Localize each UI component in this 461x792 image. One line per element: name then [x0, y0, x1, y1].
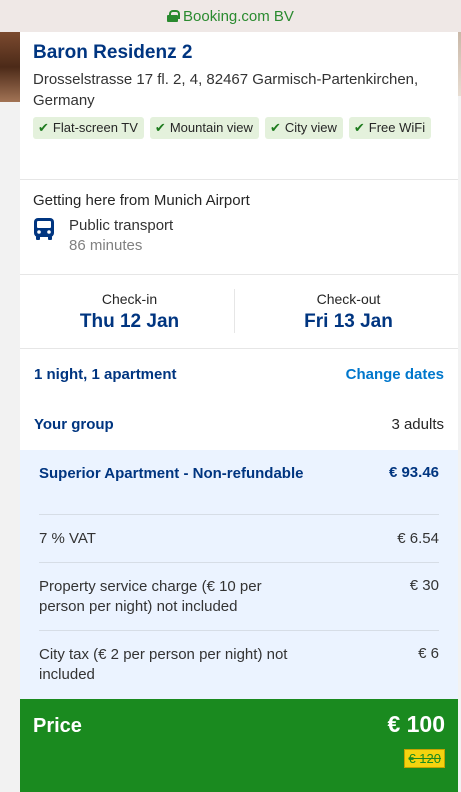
change-dates-link[interactable]: Change dates	[346, 366, 444, 383]
checkmark-icon: ✔	[269, 120, 281, 135]
room-price: € 93.46	[388, 464, 439, 481]
group-label: Your group	[34, 415, 114, 433]
price-breakdown: Superior Apartment - Non-refundable € 93…	[20, 450, 458, 699]
amenity-badge: ✔ Mountain view	[149, 117, 259, 139]
room-price-row: Superior Apartment - Non-refundable € 93…	[39, 450, 439, 515]
date-divider	[234, 289, 235, 333]
original-price: € 120	[404, 749, 445, 768]
hotel-address: Drosselstrasse 17 fl. 2, 4, 82467 Garmis…	[33, 71, 419, 109]
total-price-bar: Price € 100 € 120	[20, 699, 458, 792]
bus-icon	[34, 218, 54, 240]
transport-mode: Public transport	[69, 217, 174, 234]
amenity-badge: ✔ City view	[264, 117, 343, 139]
hotel-name: Baron Residenz 2	[33, 42, 193, 63]
checkmark-icon: ✔	[38, 120, 49, 135]
service-charge-label: Property service charge (€ 10 per person…	[39, 578, 262, 615]
stay-summary: 1 night, 1 apartment	[34, 365, 177, 383]
city-tax-label: City tax (€ 2 per person per night) not …	[39, 646, 288, 683]
airport-title: Getting here from Munich Airport	[33, 192, 250, 209]
vat-value: € 6.54	[397, 530, 439, 547]
background-photo	[0, 32, 20, 102]
group-value: 3 adults	[391, 415, 444, 433]
airport-directions-section: Getting here from Munich Airport Public …	[20, 180, 458, 275]
amenity-badge: ✔ Flat-screen TV	[33, 117, 144, 139]
url-bar[interactable]: Booking.com BV	[0, 0, 461, 32]
checkin-date: Thu 12 Jan	[79, 310, 180, 332]
checkin-label: Check-in	[101, 290, 158, 307]
checkmark-icon: ✔	[154, 120, 166, 135]
checkout-date: Fri 13 Jan	[304, 310, 393, 332]
lock-icon	[167, 10, 181, 22]
dates-section: Check-in Thu 12 Jan Check-out Fri 13 Jan	[20, 275, 458, 349]
service-charge-value: € 30	[409, 577, 439, 594]
city-tax-value: € 6	[418, 645, 439, 662]
total-price-label: Price	[33, 715, 82, 737]
total-price-value: € 100	[387, 711, 445, 737]
checkout-label: Check-out	[316, 290, 381, 307]
checkout-block: Check-out Fri 13 Jan	[239, 291, 458, 333]
hotel-section: Baron Residenz 2 Drosselstrasse 17 fl. 2…	[20, 32, 458, 180]
url-domain: Booking.com BV	[183, 7, 294, 25]
booking-summary-card: Baron Residenz 2 Drosselstrasse 17 fl. 2…	[20, 32, 458, 792]
room-name: Superior Apartment - Non-refundable	[39, 465, 304, 482]
service-charge-row: Property service charge (€ 10 per person…	[39, 563, 439, 631]
transport-option: Public transport 86 minutes	[33, 217, 445, 254]
checkin-block: Check-in Thu 12 Jan	[20, 291, 239, 333]
vat-label: 7 % VAT	[39, 529, 96, 547]
stay-summary-row: 1 night, 1 apartment Change dates	[20, 349, 458, 399]
amenity-list: ✔ Flat-screen TV ✔ Mountain view ✔ City vie…	[33, 117, 445, 139]
vat-row: 7 % VAT € 6.54	[39, 515, 439, 563]
amenity-badge: ✔ Free WiFi	[348, 117, 432, 139]
transport-duration: 86 minutes	[69, 237, 143, 254]
checkmark-icon: ✔	[353, 120, 365, 135]
group-row: Your group 3 adults	[20, 399, 458, 449]
city-tax-row: City tax (€ 2 per person per night) not …	[39, 631, 439, 699]
